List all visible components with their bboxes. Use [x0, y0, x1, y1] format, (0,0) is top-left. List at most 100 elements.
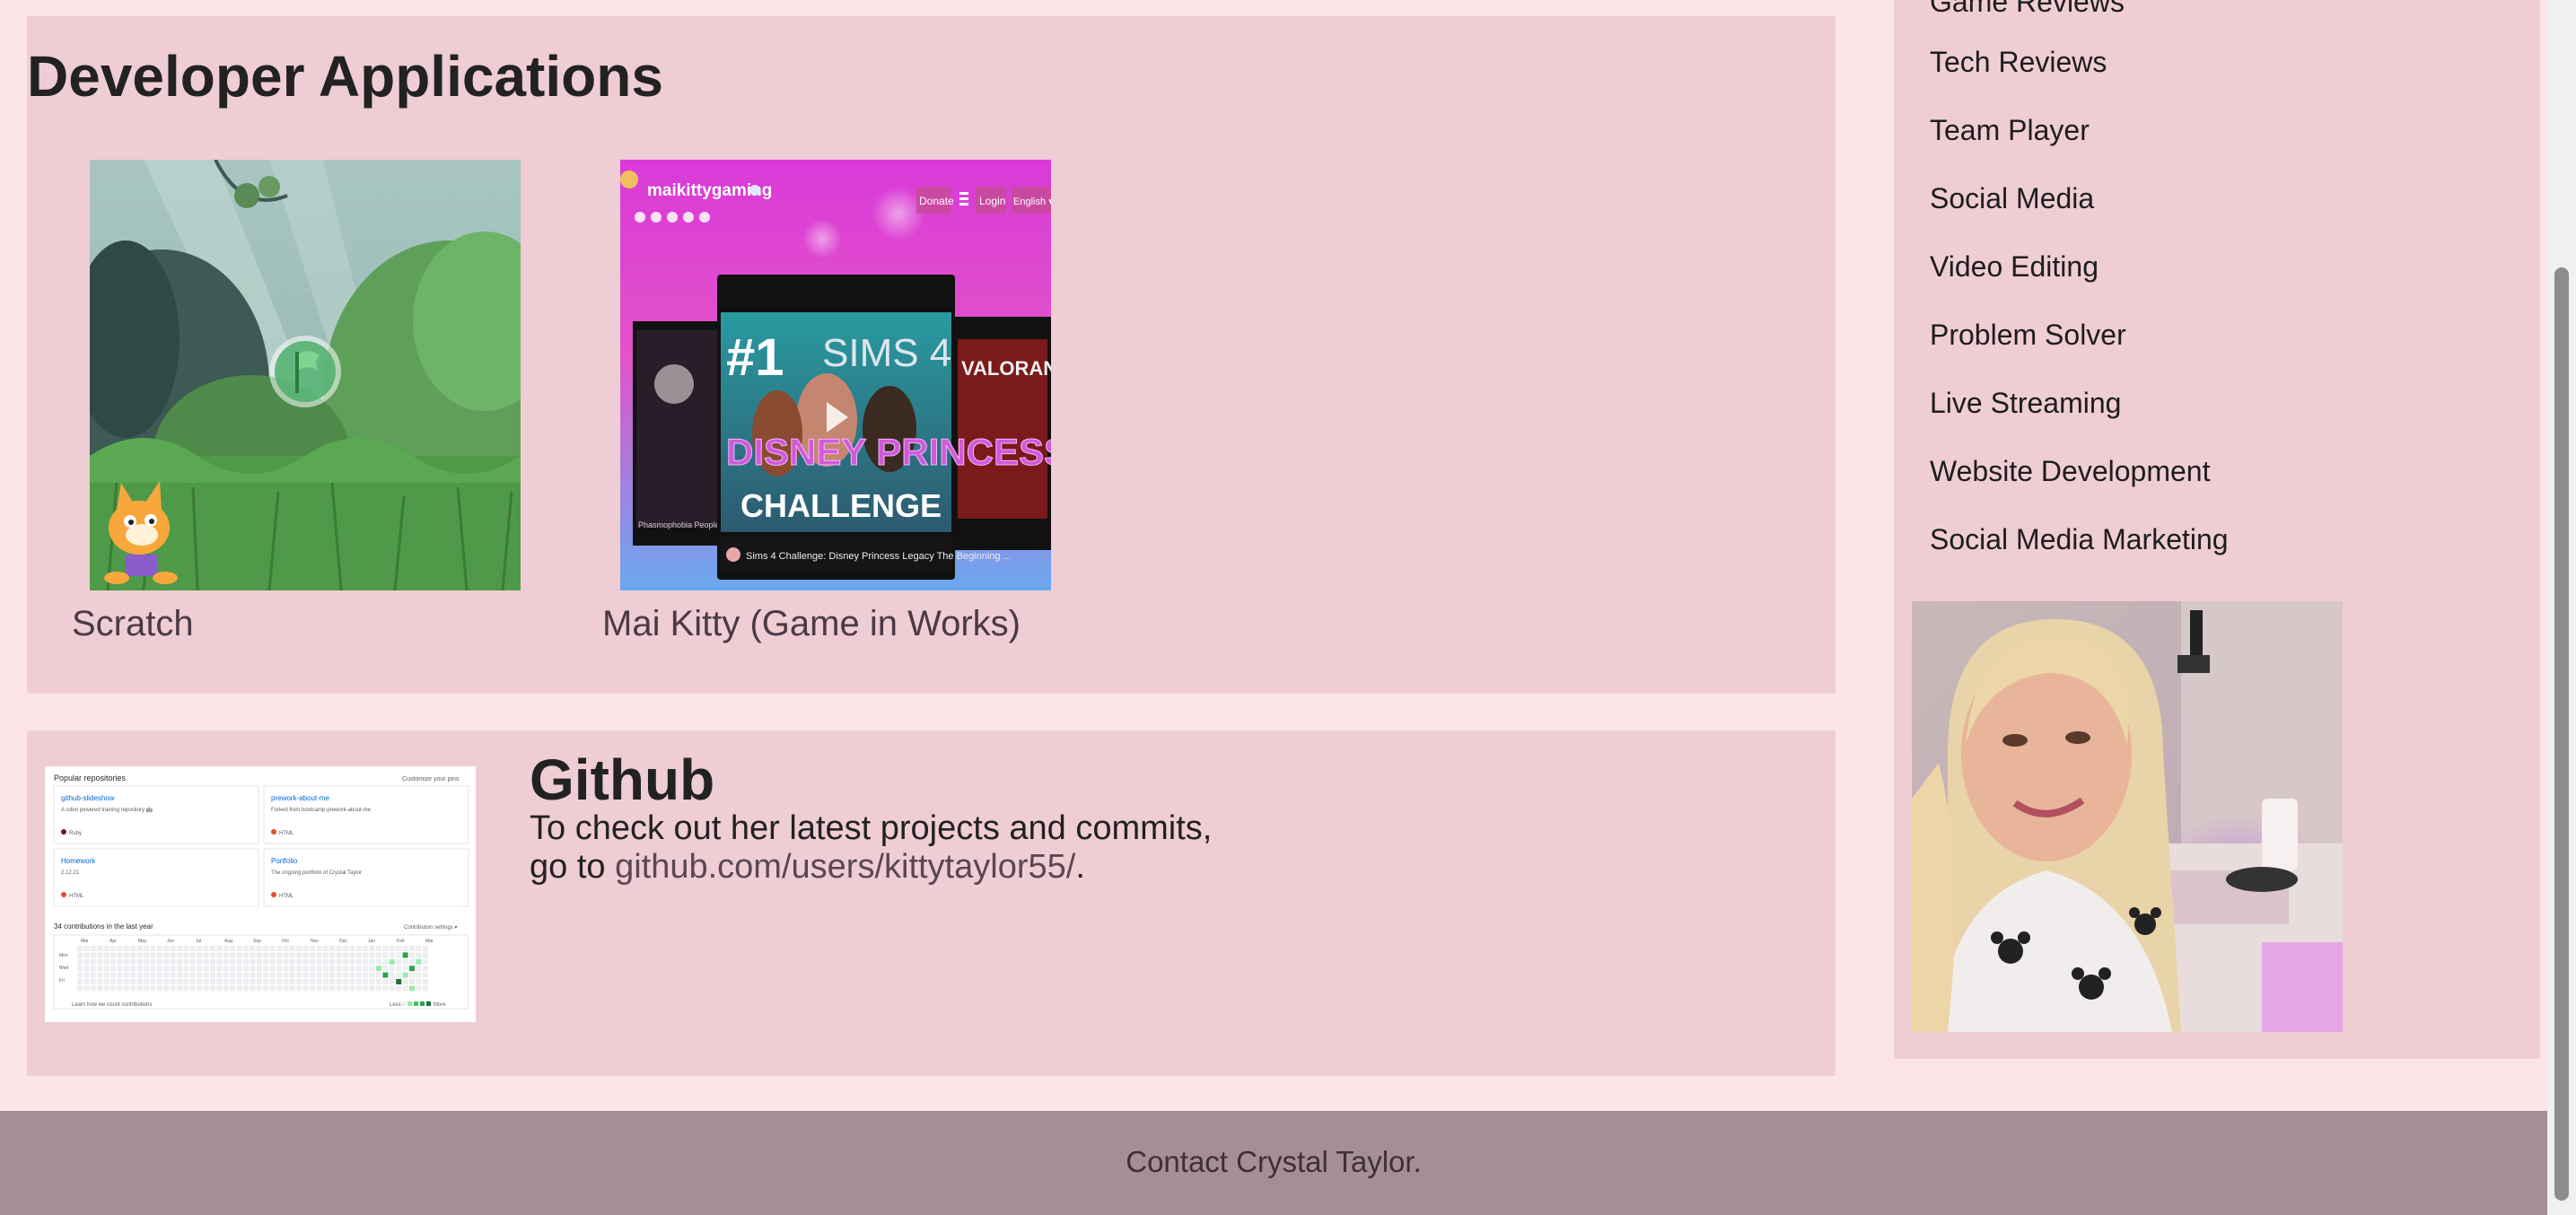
contribution-cell	[156, 979, 162, 984]
contribution-cell	[283, 972, 289, 978]
svg-text:CHALLENGE: CHALLENGE	[740, 487, 942, 524]
contribution-cell	[302, 979, 309, 984]
contribution-cell	[283, 985, 289, 992]
skill-item: Video Editing	[1930, 250, 2098, 283]
svg-text:More: More	[434, 1002, 446, 1008]
contribution-cell	[130, 972, 136, 978]
scratch-thumbnail[interactable]	[90, 160, 521, 590]
contribution-cell	[136, 985, 143, 992]
contribution-cell	[343, 979, 348, 984]
github-screenshot[interactable]: Popular repositories Customize your pins…	[45, 766, 476, 1022]
contribution-cell	[197, 979, 203, 984]
contribution-cell	[250, 972, 256, 978]
contribution-month-label: Feb	[397, 939, 405, 944]
contribution-cell	[123, 966, 129, 972]
svg-text:Popular repositories: Popular repositories	[54, 774, 127, 782]
contribution-cell	[396, 966, 402, 972]
maikitty-caption[interactable]: Mai Kitty (Game in Works)	[602, 604, 1021, 644]
contribution-cell	[117, 952, 123, 958]
contribution-cell	[336, 985, 342, 992]
contribution-cell	[216, 979, 223, 984]
contribution-cell	[230, 985, 236, 992]
contribution-cell	[250, 958, 256, 965]
contribution-cell	[150, 946, 156, 951]
contribution-month-label: Jan	[368, 939, 375, 944]
contribution-cell	[302, 966, 309, 972]
contribution-cell	[409, 985, 415, 992]
contribution-cell	[409, 952, 415, 958]
contribution-cell	[369, 985, 375, 992]
github-profile-link[interactable]: github.com/users/kittytaylor55/	[615, 848, 1075, 886]
contribution-cell	[376, 972, 381, 978]
contribution-cell	[269, 958, 276, 965]
contribution-cell	[144, 979, 149, 984]
contribution-month-label: Nov	[311, 939, 319, 944]
contribution-cell	[117, 958, 123, 965]
contribution-cell	[236, 966, 242, 972]
scratch-caption[interactable]: Scratch	[72, 604, 194, 644]
contribution-cell	[203, 952, 209, 958]
contribution-cell	[355, 958, 362, 965]
contribution-cell	[110, 952, 116, 958]
contribution-cell	[256, 958, 262, 965]
vertical-scrollbar[interactable]	[2547, 0, 2576, 1215]
scrollbar-thumb[interactable]	[2554, 267, 2569, 1201]
contribution-cell	[363, 972, 369, 978]
contribution-cell	[230, 966, 236, 972]
svg-text:Forked from bootcamp-prework-a: Forked from bootcamp-prework-about-me	[271, 808, 372, 813]
contribution-cell	[83, 985, 90, 992]
contribution-cell	[170, 972, 176, 978]
contribution-cell	[250, 979, 256, 984]
footer-contact-text[interactable]: Contact Crystal Taylor.	[0, 1145, 2547, 1179]
contribution-cell	[183, 952, 189, 958]
contribution-cell	[90, 946, 96, 951]
contribution-cell	[389, 985, 395, 992]
contribution-cell	[230, 979, 236, 984]
contribution-cell	[90, 985, 96, 992]
contribution-month-label: Apr	[110, 939, 117, 944]
contribution-cell	[296, 972, 302, 978]
contribution-cell	[110, 979, 116, 984]
github-text-prefix: go to	[530, 848, 616, 886]
contribution-cell	[77, 946, 83, 951]
contribution-cell	[343, 972, 348, 978]
contribution-cell	[177, 985, 182, 992]
contribution-cell	[256, 946, 262, 951]
contribution-cell	[189, 946, 196, 951]
contribution-cell	[203, 985, 209, 992]
contribution-cell	[177, 972, 182, 978]
maikitty-thumbnail[interactable]: maikittygaming Donate Login English ▾ Ph…	[620, 160, 1051, 590]
contribution-cell	[210, 979, 215, 984]
contribution-cell	[97, 985, 103, 992]
contribution-cell	[230, 946, 236, 951]
svg-text:Less: Less	[390, 1002, 401, 1008]
svg-text:Ruby: Ruby	[69, 831, 82, 836]
contribution-cell	[263, 966, 269, 972]
contribution-cell	[77, 958, 83, 965]
contribution-cell	[296, 985, 302, 992]
contribution-cell	[170, 966, 176, 972]
contribution-cell	[402, 958, 408, 965]
contribution-cell	[189, 979, 196, 984]
contribution-day-label: Mon	[59, 953, 68, 958]
contribution-cell	[336, 966, 342, 972]
contribution-cell	[210, 952, 215, 958]
contribution-cell	[136, 946, 143, 951]
contribution-cell	[77, 985, 83, 992]
contribution-cell	[263, 972, 269, 978]
contribution-cell	[422, 979, 428, 984]
contribution-cell	[376, 979, 381, 984]
contribution-cell	[263, 985, 269, 992]
contribution-cell	[223, 972, 229, 978]
skill-item: Social Media Marketing	[1930, 523, 2229, 555]
contribution-cell	[136, 972, 143, 978]
contribution-cell	[117, 966, 123, 972]
contribution-cell	[177, 958, 182, 965]
contribution-cell	[189, 985, 196, 992]
contribution-cell	[289, 952, 295, 958]
contribution-cell	[396, 958, 402, 965]
contribution-cell	[343, 946, 348, 951]
contribution-cell	[402, 985, 408, 992]
contribution-cell	[236, 946, 242, 951]
skill-item: Game Reviews	[1930, 0, 2125, 18]
